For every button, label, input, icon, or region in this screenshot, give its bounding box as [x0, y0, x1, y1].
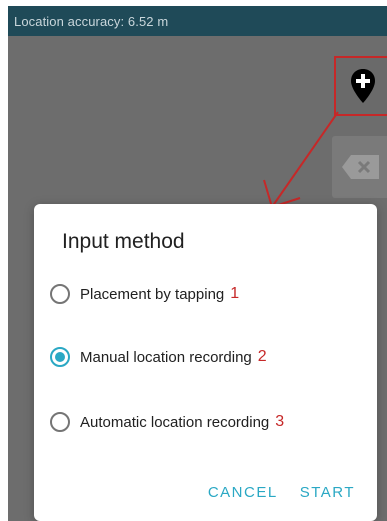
option-placement-by-tapping[interactable]: Placement by tapping 1 — [50, 280, 239, 308]
location-accuracy-bar: Location accuracy: 6.52 m — [8, 6, 387, 36]
map-marker-plus-icon — [351, 69, 375, 103]
input-method-dialog: Input method Placement by tapping 1 Manu… — [34, 204, 377, 521]
radio-button-selected[interactable] — [50, 347, 70, 367]
cancel-button[interactable]: CANCEL — [208, 484, 278, 501]
option-label: Placement by tapping — [80, 285, 225, 303]
start-button[interactable]: START — [300, 484, 355, 501]
option-manual-location-recording[interactable]: Manual location recording 2 — [50, 343, 267, 371]
dialog-title: Input method — [62, 230, 185, 253]
option-label: Manual location recording — [80, 348, 252, 366]
add-location-button[interactable] — [334, 56, 387, 116]
option-label: Automatic location recording — [80, 413, 270, 431]
location-accuracy-text: Location accuracy: 6.52 m — [14, 13, 169, 29]
radio-button[interactable] — [50, 284, 70, 304]
annotation-number: 2 — [257, 348, 267, 365]
annotation-number: 1 — [230, 285, 240, 302]
annotation-number: 3 — [275, 413, 285, 430]
option-automatic-location-recording[interactable]: Automatic location recording 3 — [50, 408, 284, 436]
radio-button[interactable] — [50, 412, 70, 432]
delete-button[interactable] — [332, 136, 387, 198]
dialog-actions: CANCEL START — [208, 484, 355, 501]
backspace-icon — [342, 155, 379, 179]
